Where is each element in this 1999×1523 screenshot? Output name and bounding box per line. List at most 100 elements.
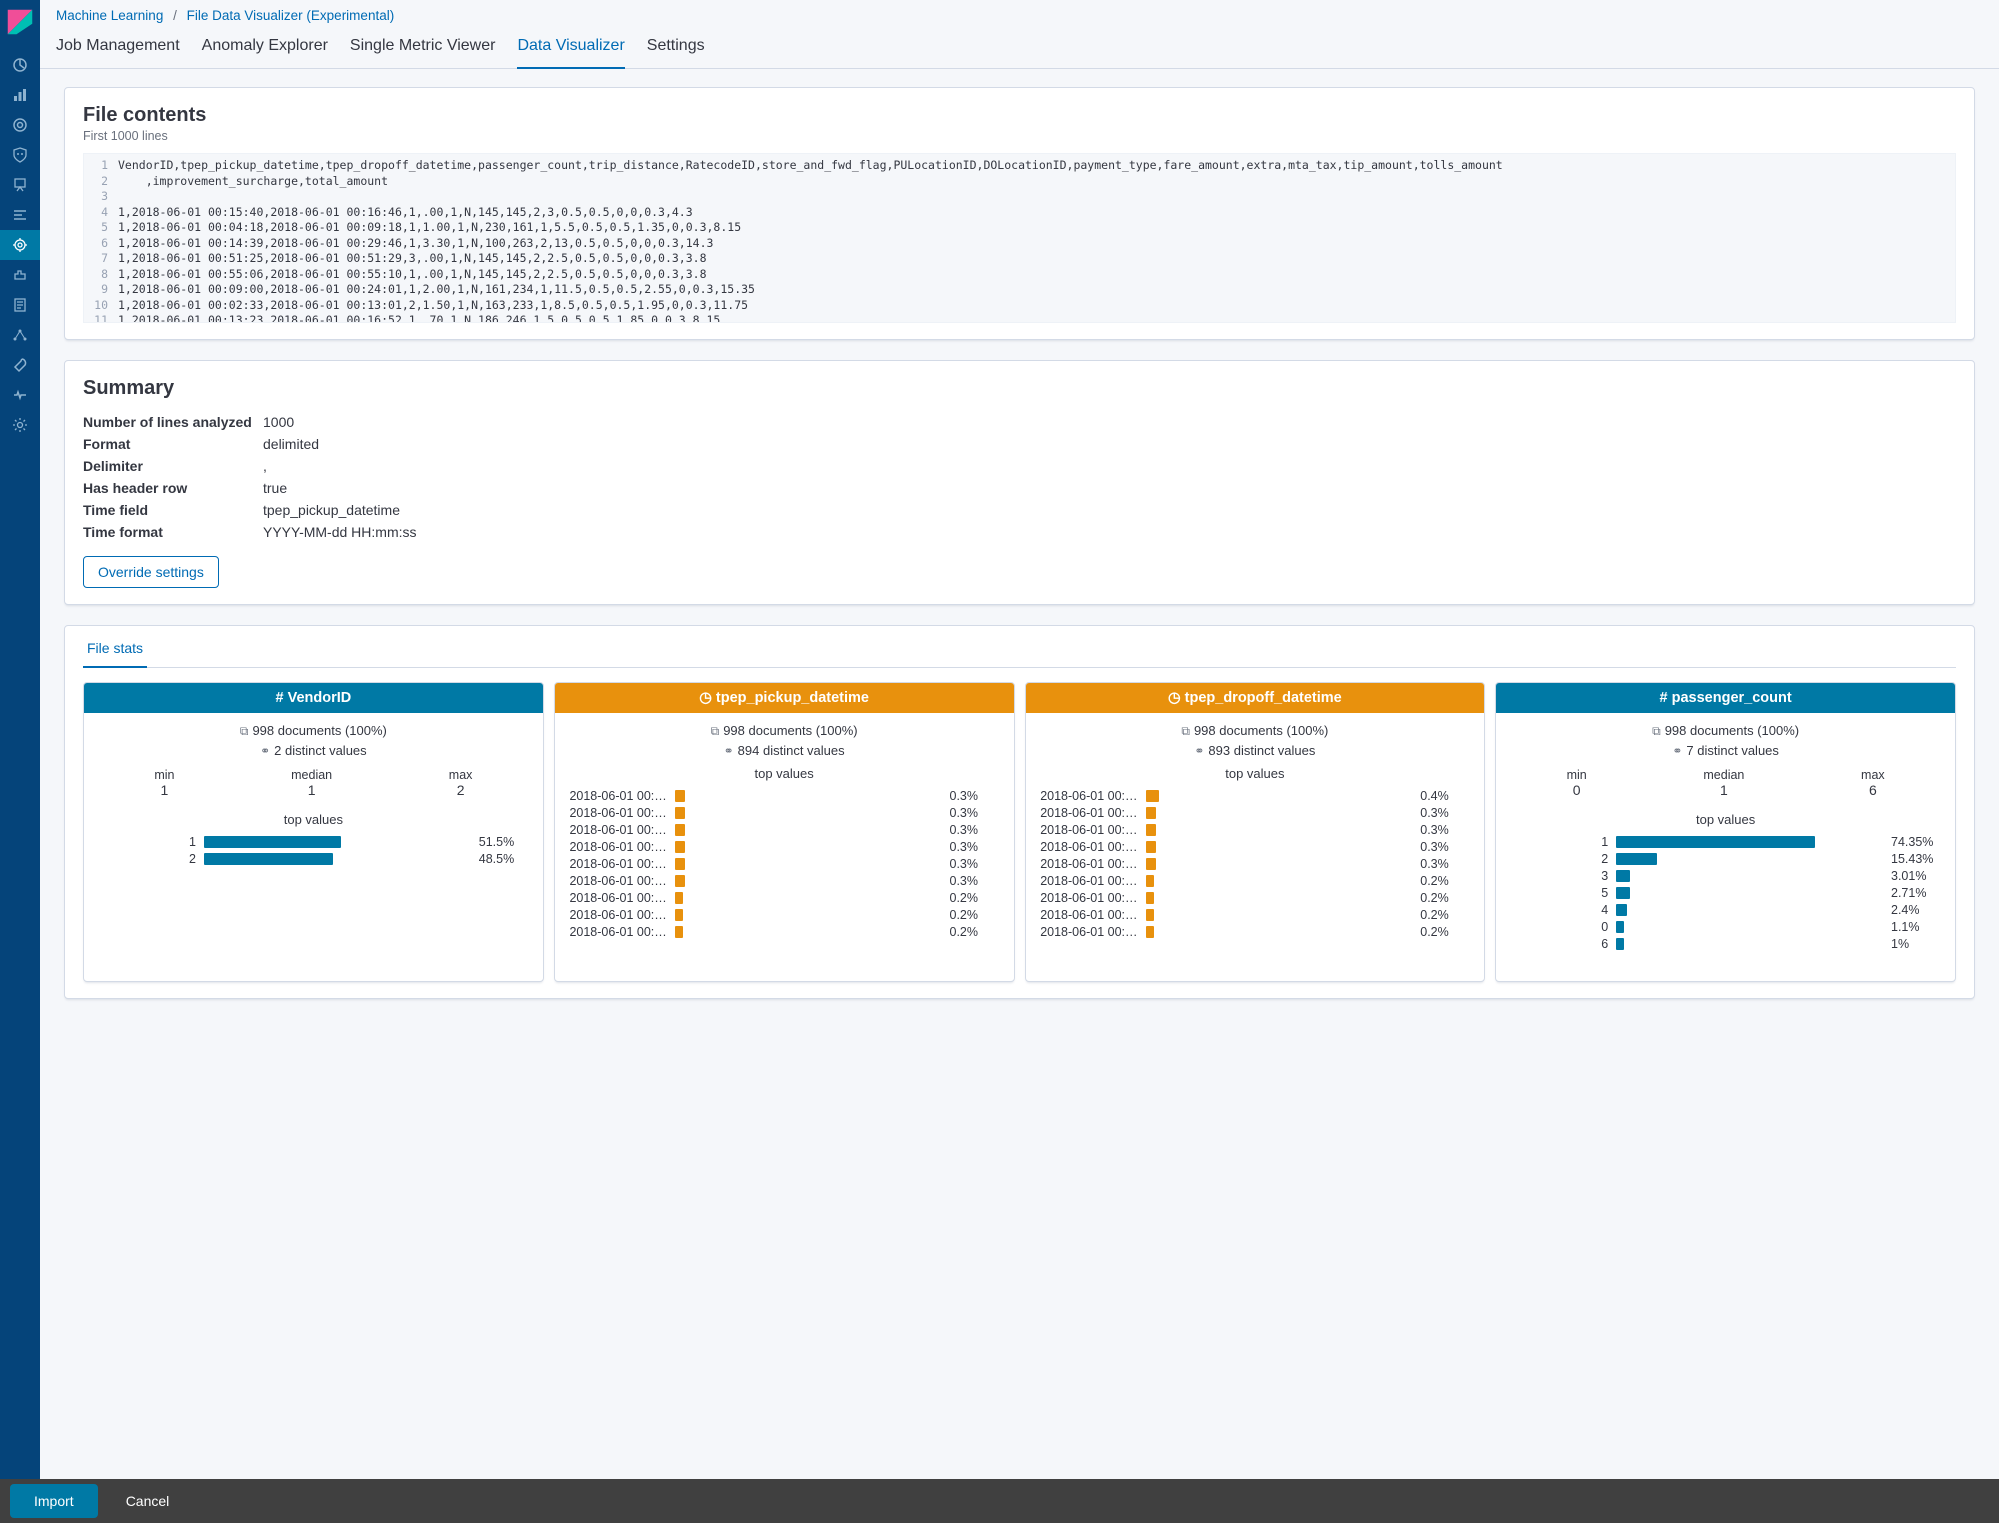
top-value-bar bbox=[1146, 807, 1157, 819]
infra-icon[interactable] bbox=[0, 260, 40, 290]
summary-key: Format bbox=[83, 436, 263, 452]
card-header: ◷tpep_pickup_datetime bbox=[555, 683, 1014, 713]
top-value-pct: 0.3% bbox=[1420, 823, 1472, 837]
top-value-row: 2018-06-01 00:…0.3% bbox=[567, 789, 1002, 803]
top-value-label: 2018-06-01 00:… bbox=[1038, 908, 1138, 922]
top-value-bar bbox=[1616, 870, 1629, 882]
dashboard-circle-icon[interactable] bbox=[0, 110, 40, 140]
tab-single-metric-viewer[interactable]: Single Metric Viewer bbox=[350, 27, 496, 68]
top-value-label: 3 bbox=[1508, 869, 1608, 883]
distinct-count: 7 distinct values bbox=[1686, 743, 1779, 758]
top-value-label: 1 bbox=[1508, 835, 1608, 849]
cancel-button[interactable]: Cancel bbox=[114, 1485, 182, 1517]
top-value-bar bbox=[1146, 824, 1157, 836]
breadcrumb-root[interactable]: Machine Learning bbox=[56, 8, 163, 23]
visualize-icon[interactable] bbox=[0, 80, 40, 110]
top-value-pct: 2.71% bbox=[1891, 886, 1943, 900]
top-value-row: 2018-06-01 00:…0.3% bbox=[1038, 857, 1473, 871]
top-value-bar bbox=[1146, 790, 1159, 802]
top-value-row: 2018-06-01 00:…0.2% bbox=[567, 908, 1002, 922]
top-value-pct: 1% bbox=[1891, 937, 1943, 951]
file-contents-panel: File contents First 1000 lines 1VendorID… bbox=[64, 87, 1975, 340]
clock-icon: ◷ bbox=[1168, 690, 1181, 706]
summary-grid: Number of lines analyzed1000Formatdelimi… bbox=[83, 414, 1956, 540]
stat-min-value: 1 bbox=[154, 782, 174, 798]
top-value-pct: 0.2% bbox=[1420, 908, 1472, 922]
summary-value: 1000 bbox=[263, 414, 1956, 430]
file-contents-code[interactable]: 1VendorID,tpep_pickup_datetime,tpep_drop… bbox=[83, 153, 1956, 323]
stat-cards: #VendorID⧉998 documents (100%)⚭2 distinc… bbox=[83, 682, 1956, 982]
distinct-icon: ⚭ bbox=[1672, 744, 1682, 758]
code-line: 81,2018-06-01 00:55:06,2018-06-01 00:55:… bbox=[84, 267, 1947, 283]
top-value-label: 6 bbox=[1508, 937, 1608, 951]
top-value-label: 1 bbox=[96, 835, 196, 849]
tab-settings[interactable]: Settings bbox=[647, 27, 705, 68]
top-value-row: 2018-06-01 00:…0.3% bbox=[567, 857, 1002, 871]
card-title: tpep_dropoff_datetime bbox=[1185, 690, 1342, 706]
graph-icon[interactable] bbox=[0, 320, 40, 350]
discover-icon[interactable] bbox=[0, 50, 40, 80]
summary-value: , bbox=[263, 458, 1956, 474]
stat-min-label: min bbox=[154, 768, 174, 782]
stat-max-label: max bbox=[1861, 768, 1885, 782]
tab-file-stats[interactable]: File stats bbox=[83, 632, 147, 668]
code-line: 61,2018-06-01 00:14:39,2018-06-01 00:29:… bbox=[84, 236, 1947, 252]
file-contents-subtitle: First 1000 lines bbox=[83, 129, 1956, 143]
documents-icon: ⧉ bbox=[1652, 724, 1661, 738]
top-value-pct: 48.5% bbox=[479, 852, 531, 866]
top-value-label: 2018-06-01 00:… bbox=[567, 823, 667, 837]
top-value-label: 2018-06-01 00:… bbox=[1038, 891, 1138, 905]
security-icon[interactable] bbox=[0, 140, 40, 170]
top-value-pct: 0.3% bbox=[1420, 840, 1472, 854]
top-value-pct: 0.2% bbox=[1420, 891, 1472, 905]
top-value-row: 2018-06-01 00:…0.3% bbox=[567, 806, 1002, 820]
top-value-row: 248.5% bbox=[96, 852, 531, 866]
code-line: 1VendorID,tpep_pickup_datetime,tpep_drop… bbox=[84, 158, 1947, 174]
kibana-logo-icon[interactable] bbox=[6, 8, 34, 36]
timelion-icon[interactable] bbox=[0, 200, 40, 230]
summary-value: YYYY-MM-dd HH:mm:ss bbox=[263, 524, 1956, 540]
top-value-pct: 0.2% bbox=[950, 908, 1002, 922]
import-button[interactable]: Import bbox=[10, 1484, 98, 1518]
card-header: #VendorID bbox=[84, 683, 543, 713]
code-line: 111,2018-06-01 00:13:23,2018-06-01 00:16… bbox=[84, 313, 1947, 323]
top-value-pct: 0.2% bbox=[1420, 925, 1472, 939]
top-value-pct: 0.3% bbox=[950, 857, 1002, 871]
tab-anomaly-explorer[interactable]: Anomaly Explorer bbox=[202, 27, 328, 68]
top-value-row: 42.4% bbox=[1508, 903, 1943, 917]
breadcrumb: Machine Learning / File Data Visualizer … bbox=[40, 0, 1999, 27]
tab-data-visualizer[interactable]: Data Visualizer bbox=[517, 27, 624, 69]
top-value-pct: 74.35% bbox=[1891, 835, 1943, 849]
logs-icon[interactable] bbox=[0, 290, 40, 320]
breadcrumb-page[interactable]: File Data Visualizer (Experimental) bbox=[187, 8, 395, 23]
top-value-pct: 0.3% bbox=[950, 874, 1002, 888]
summary-key: Number of lines analyzed bbox=[83, 414, 263, 430]
main-region: Machine Learning / File Data Visualizer … bbox=[40, 0, 1999, 1523]
clock-icon: ◷ bbox=[699, 690, 712, 706]
top-value-bar bbox=[1146, 875, 1154, 887]
ml-icon[interactable] bbox=[0, 230, 40, 260]
stat-card-vendorid: #VendorID⧉998 documents (100%)⚭2 distinc… bbox=[83, 682, 544, 982]
code-line: 2 ,improvement_surcharge,total_amount bbox=[84, 174, 1947, 190]
top-value-bar bbox=[1146, 909, 1154, 921]
top-values-heading: top values bbox=[1508, 812, 1943, 827]
documents-count: 998 documents (100%) bbox=[1194, 723, 1328, 738]
top-value-bar bbox=[675, 926, 683, 938]
summary-title: Summary bbox=[83, 377, 1956, 400]
top-value-row: 2018-06-01 00:…0.3% bbox=[1038, 840, 1473, 854]
top-value-row: 2018-06-01 00:…0.2% bbox=[567, 891, 1002, 905]
tab-job-management[interactable]: Job Management bbox=[56, 27, 180, 68]
distinct-count: 894 distinct values bbox=[738, 743, 845, 758]
monitoring-icon[interactable] bbox=[0, 380, 40, 410]
code-line: 91,2018-06-01 00:09:00,2018-06-01 00:24:… bbox=[84, 282, 1947, 298]
top-value-bar bbox=[675, 790, 686, 802]
override-settings-button[interactable]: Override settings bbox=[83, 556, 219, 588]
top-value-bar bbox=[675, 824, 686, 836]
management-icon[interactable] bbox=[0, 410, 40, 440]
devtools-icon[interactable] bbox=[0, 350, 40, 380]
documents-icon: ⧉ bbox=[1181, 724, 1190, 738]
canvas-icon[interactable] bbox=[0, 170, 40, 200]
top-value-row: 2018-06-01 00:…0.4% bbox=[1038, 789, 1473, 803]
code-line: 51,2018-06-01 00:04:18,2018-06-01 00:09:… bbox=[84, 220, 1947, 236]
top-value-row: 33.01% bbox=[1508, 869, 1943, 883]
